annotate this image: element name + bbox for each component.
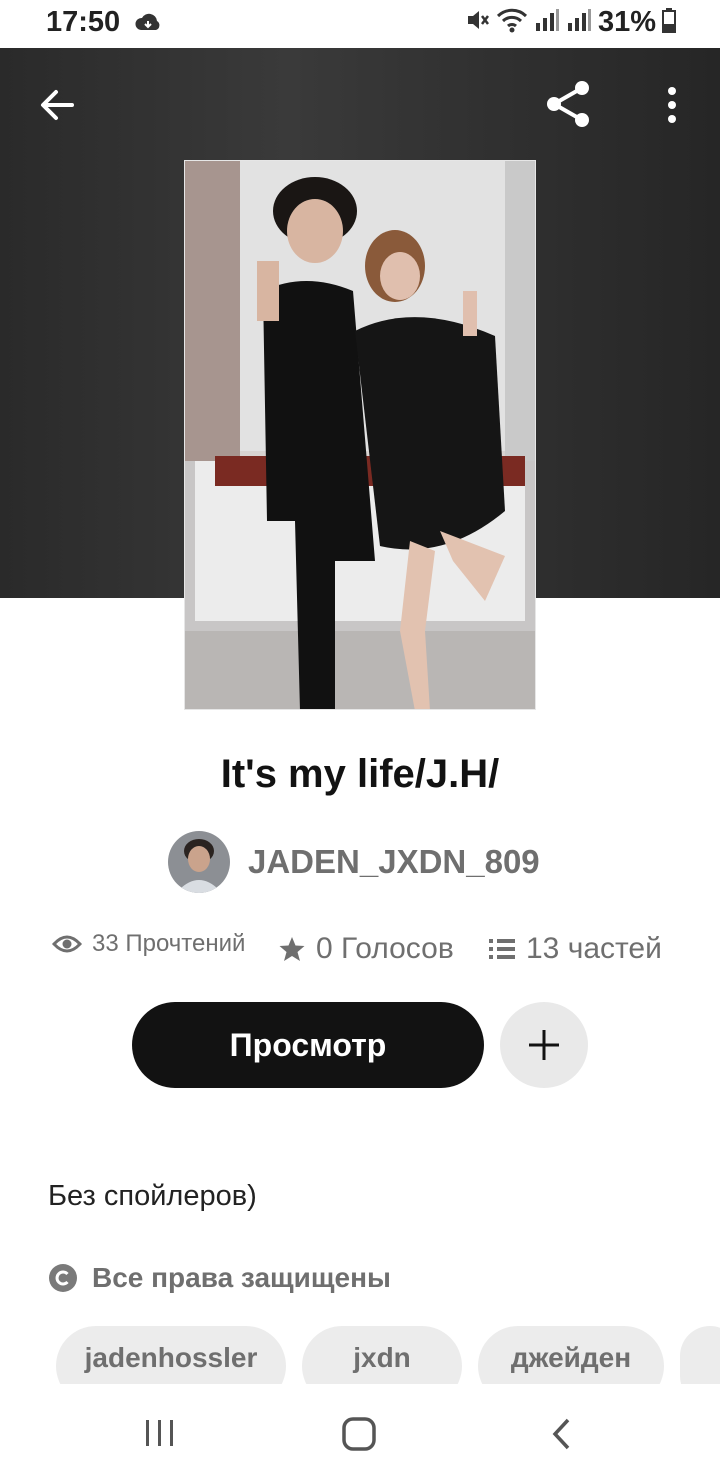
wifi-icon [496,7,528,38]
arrow-left-icon [41,90,74,120]
story-stats: 33 Прочтений 0 Голосов 13 частей [0,930,720,974]
system-back-button[interactable] [550,1418,574,1455]
back-button[interactable] [36,84,78,126]
votes-stat: 0 Голосов [278,932,454,966]
copyright-text: Все права защищены [92,1262,391,1293]
battery-percent: 31% [597,6,656,38]
tag-chip[interactable]: jxdn [302,1326,462,1384]
copyright-row: Все права защищены [48,1262,391,1294]
parts-stat[interactable]: 13 частей [488,932,662,966]
story-description: Без спойлеров) [48,1180,257,1212]
story-title: It's my life/J.H/ [220,752,500,796]
more-vertical-icon [668,87,676,123]
status-icons: 31% [464,6,676,39]
parts-count[interactable]: 13 частей [526,932,662,966]
recent-apps-button[interactable] [144,1418,176,1453]
author-link[interactable]: JADEN_JXDN_809 [168,830,540,894]
author-name[interactable]: JADEN_JXDN_809 [248,843,540,881]
signal-icon-2 [566,7,592,38]
plus-icon [529,1030,559,1060]
share-icon [547,81,589,127]
read-button[interactable]: Просмотр [132,1002,484,1088]
signal-icon-1 [534,7,560,38]
chevron-left-icon [552,1418,570,1450]
mute-icon [464,7,490,38]
share-button[interactable] [542,78,594,130]
more-options-button[interactable] [660,84,684,126]
status-time: 17:50 [46,6,121,38]
recent-apps-icon [146,1420,173,1446]
story-cover[interactable] [184,160,536,710]
tag-chip[interactable]: jadenhossler [56,1326,286,1384]
home-button[interactable] [341,1416,377,1457]
eye-icon [52,935,82,953]
list-icon [489,939,515,959]
home-icon [342,1417,376,1451]
tag-list: jadenhossler jxdn джейден [0,1326,720,1384]
avatar[interactable] [168,831,230,893]
status-bar: 17:50 31% [0,0,720,48]
tag-chip[interactable]: джейден [478,1326,664,1384]
battery-icon [662,7,676,38]
system-navigation-bar [0,1384,720,1480]
add-to-library-button[interactable] [500,1002,588,1088]
star-icon [279,937,305,961]
cloud-sync-icon [134,12,162,39]
reads-stat: 33 Прочтений [52,930,245,958]
reads-count: 33 Прочтений [92,930,246,957]
votes-count: 0 Голосов [316,932,454,965]
copyright-icon [49,1264,77,1292]
tag-chip-partial[interactable] [680,1326,720,1384]
